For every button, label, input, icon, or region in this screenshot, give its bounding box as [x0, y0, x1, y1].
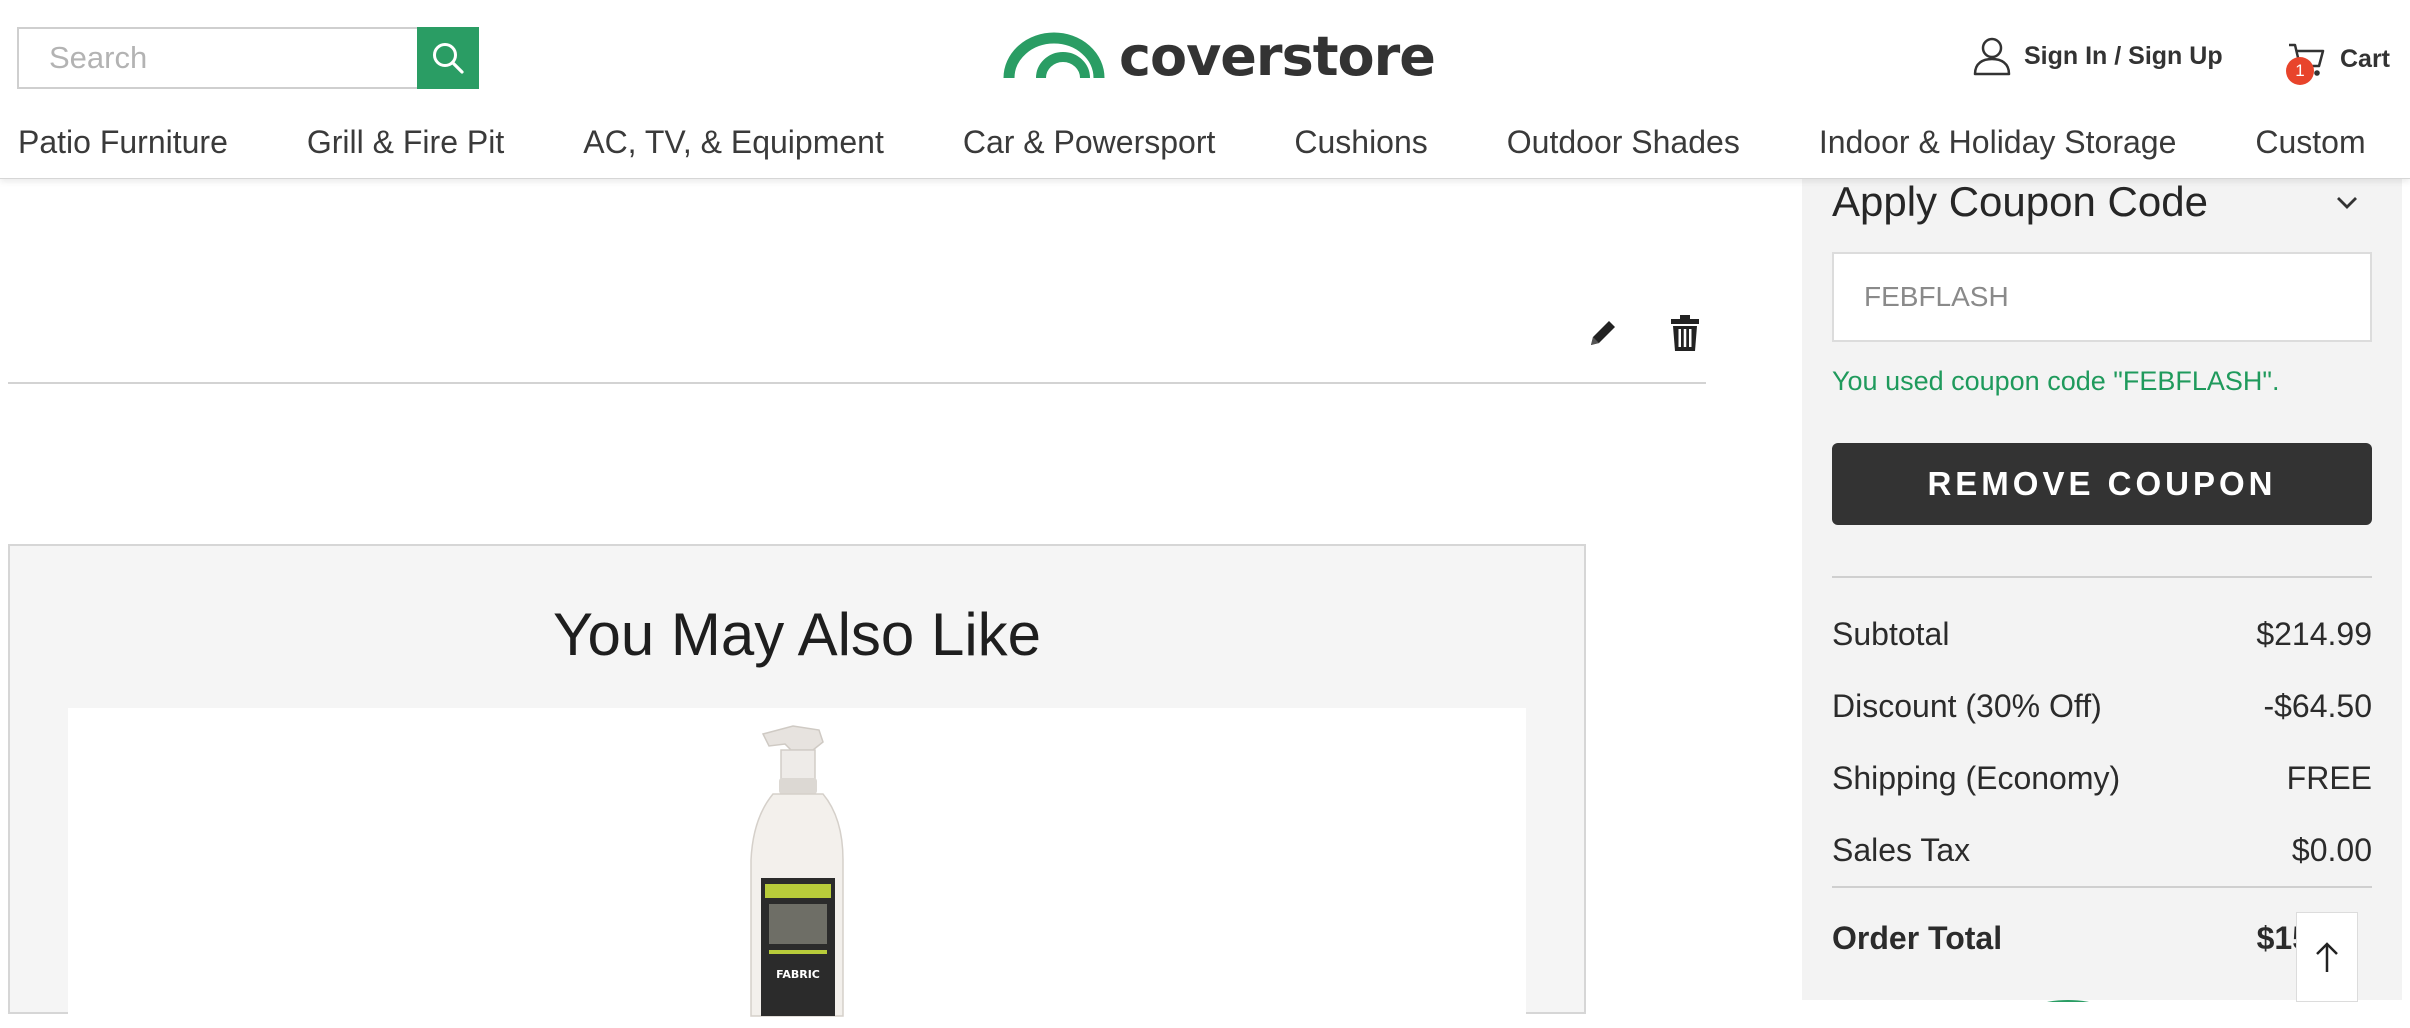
checkout-button-edge[interactable]: [2018, 992, 2118, 1002]
coupon-code-input[interactable]: [1832, 252, 2372, 342]
sales-tax-row: Sales Tax $0.00: [1832, 832, 2372, 869]
site-header: coverstore Sign In / Sign Up 1 Cart Pati…: [0, 0, 2410, 179]
subtotal-value: $214.99: [2256, 616, 2372, 652]
order-total-row: Order Total $15: [1832, 920, 2372, 957]
shipping-row: Shipping (Economy) FREE: [1832, 760, 2372, 797]
coupon-title: Apply Coupon Code: [1832, 178, 2208, 225]
nav-item-indoor-holiday-storage[interactable]: Indoor & Holiday Storage: [1819, 120, 2177, 164]
cart-item-divider: [8, 382, 1706, 384]
nav-item-grill-fire-pit[interactable]: Grill & Fire Pit: [307, 120, 504, 164]
edit-item-button[interactable]: [1584, 312, 1622, 354]
coupon-accordion-toggle[interactable]: Apply Coupon Code: [1832, 178, 2372, 226]
remove-coupon-button[interactable]: REMOVE COUPON: [1832, 443, 2372, 525]
cart-label: Cart: [2340, 44, 2391, 73]
sign-in-label: Sign In / Sign Up: [2024, 41, 2223, 70]
nav-item-car-powersport[interactable]: Car & Powersport: [963, 120, 1216, 164]
chevron-down-icon: [2337, 197, 2357, 209]
discount-value: -$64.50: [2263, 688, 2372, 724]
sales-tax-value: $0.00: [2291, 832, 2372, 868]
nav-item-patio-furniture[interactable]: Patio Furniture: [18, 120, 228, 164]
coverstore-logo[interactable]: coverstore: [1003, 25, 1436, 88]
summary-divider: [1832, 576, 2372, 578]
recommendations-title: You May Also Like: [552, 601, 1042, 668]
search-bar: [17, 27, 479, 89]
search-input[interactable]: [17, 27, 417, 89]
delete-item-button[interactable]: [1666, 312, 1704, 354]
product-image-fabric-cleaner-bottle: FABRIC: [750, 725, 844, 1017]
logo-arc-icon: [1003, 32, 1105, 79]
nav-item-ac-tv-equipment[interactable]: AC, TV, & Equipment: [583, 120, 884, 164]
cart-link[interactable]: 1 Cart: [2286, 36, 2391, 85]
arrow-up-icon: [2316, 942, 2338, 972]
shipping-value: FREE: [2286, 760, 2372, 796]
logo-text: coverstore: [1119, 25, 1436, 88]
nav-item-custom[interactable]: Custom: [2255, 120, 2365, 164]
shipping-label: Shipping (Economy): [1832, 760, 2121, 796]
cart-item-actions: [1584, 312, 1704, 354]
edit-pencil-icon: [1591, 321, 1615, 345]
scroll-to-top-button[interactable]: [2296, 912, 2358, 1002]
nav-item-cushions[interactable]: Cushions: [1294, 120, 1427, 164]
product-label-text: FABRIC: [776, 968, 820, 981]
cart-count-badge: 1: [2286, 57, 2314, 85]
total-divider: [1832, 886, 2372, 888]
coupon-success-message: You used coupon code "FEBFLASH".: [1832, 366, 2280, 396]
main-nav: Patio Furniture Grill & Fire Pit AC, TV,…: [18, 120, 2410, 164]
subtotal-label: Subtotal: [1832, 616, 1950, 652]
you-may-also-like-section: You May Also Like FABRIC: [8, 544, 1586, 1028]
user-icon: [1973, 37, 2011, 76]
search-icon: [433, 43, 464, 74]
search-button[interactable]: [417, 27, 479, 89]
discount-label: Discount (30% Off): [1832, 688, 2102, 724]
green-arc-shape: [2047, 1000, 2089, 1002]
sign-in-link[interactable]: Sign In / Sign Up: [1972, 33, 2223, 79]
cart-icon-wrap: 1: [2286, 39, 2326, 85]
sales-tax-label: Sales Tax: [1832, 832, 1971, 868]
nav-item-outdoor-shades[interactable]: Outdoor Shades: [1507, 120, 1740, 164]
trash-icon: [1671, 315, 1699, 351]
discount-row: Discount (30% Off) -$64.50: [1832, 688, 2372, 725]
order-summary-panel: Apply Coupon Code You used coupon code "…: [1802, 178, 2402, 1000]
order-total-label: Order Total: [1832, 920, 2003, 956]
subtotal-row: Subtotal $214.99: [1832, 616, 2372, 653]
recommended-product-card[interactable]: FABRIC: [68, 708, 1526, 1028]
